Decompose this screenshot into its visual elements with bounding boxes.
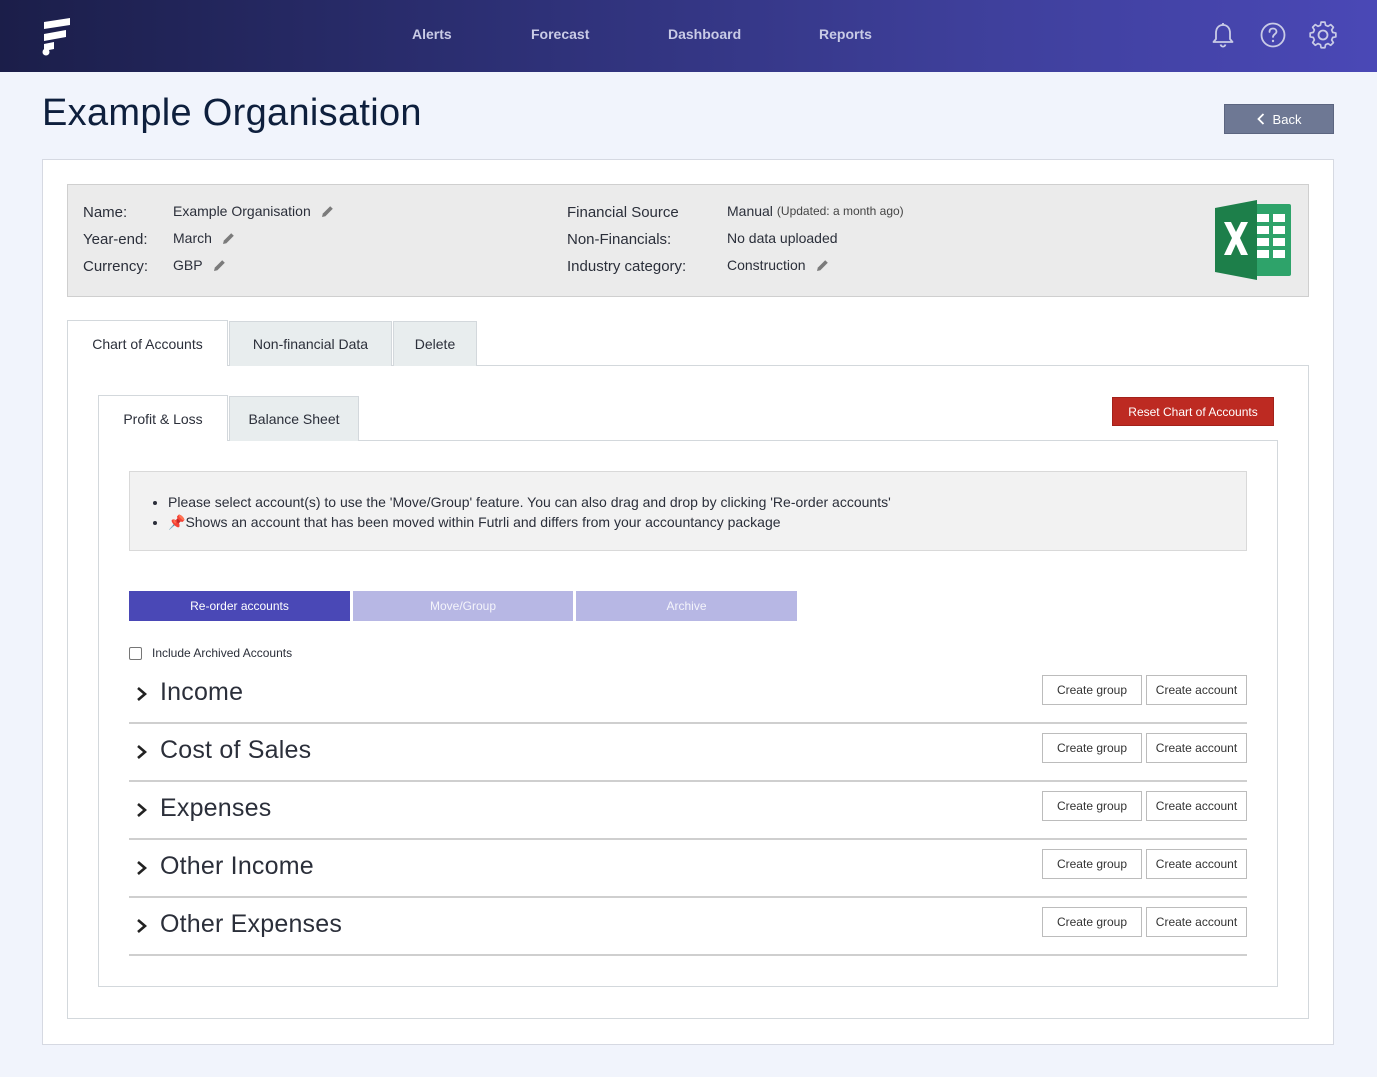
notice-line: Please select account(s) to use the 'Mov… [168,492,891,512]
industry-value: Construction [727,257,806,273]
section-title: Other Income [160,852,314,880]
futrli-logo[interactable] [40,16,74,56]
section-title: Cost of Sales [160,736,312,764]
create-group-button[interactable]: Create group [1042,733,1142,763]
organisation-info-panel [67,184,1309,297]
create-group-button[interactable]: Create group [1042,907,1142,937]
section-row[interactable]: Cost of Sales Create group Create accoun… [129,724,1247,782]
financial-source-label: Financial Source [567,204,679,221]
create-account-button[interactable]: Create account [1146,849,1247,879]
reorder-accounts-button[interactable]: Re-order accounts [129,591,350,621]
pencil-icon[interactable] [816,259,829,272]
archive-button[interactable]: Archive [576,591,797,621]
yearend-label: Year-end: [83,231,148,248]
financial-source-updated: (Updated: a month ago) [776,204,904,218]
back-button[interactable]: Back [1224,104,1334,134]
gear-icon[interactable] [1308,20,1338,50]
top-navbar: Alerts Forecast Dashboard Reports [0,0,1377,72]
pencil-icon[interactable] [321,205,334,218]
yearend-field: March [173,230,235,246]
financial-source-value: Manual [727,203,773,219]
non-financials-field: No data uploaded [727,230,838,246]
excel-icon [1215,200,1291,280]
tab-non-financial-data[interactable]: Non-financial Data [229,321,392,366]
page-title: Example Organisation [42,92,422,134]
create-group-button[interactable]: Create group [1042,849,1142,879]
section-row[interactable]: Income Create group Create account [129,666,1247,724]
bell-icon[interactable] [1208,20,1238,50]
chevron-right-icon[interactable] [135,742,149,762]
currency-value: GBP [173,257,203,273]
non-financials-label: Non-Financials: [567,231,672,248]
pencil-icon[interactable] [213,259,226,272]
non-financials-value: No data uploaded [727,230,838,246]
section-row[interactable]: Other Income Create group Create account [129,840,1247,898]
section-title: Other Expenses [160,910,343,938]
reset-chart-of-accounts-button[interactable]: Reset Chart of Accounts [1112,397,1274,426]
pin-icon: 📌 [168,514,186,530]
chevron-left-icon [1256,113,1264,125]
tab-delete[interactable]: Delete [393,321,477,366]
create-account-button[interactable]: Create account [1146,791,1247,821]
chevron-right-icon[interactable] [135,800,149,820]
create-account-button[interactable]: Create account [1146,907,1247,937]
currency-label: Currency: [83,258,149,275]
section-row[interactable]: Expenses Create group Create account [129,782,1247,840]
tab-balance-sheet[interactable]: Balance Sheet [229,396,359,441]
include-archived-row: Include Archived Accounts [129,646,292,660]
financial-source-field: Manual (Updated: a month ago) [727,203,904,219]
chevron-right-icon[interactable] [135,916,149,936]
name-value: Example Organisation [173,203,311,219]
nav-forecast[interactable]: Forecast [531,26,589,42]
back-button-label: Back [1272,111,1302,127]
notice-line: 📌Shows an account that has been moved wi… [168,512,891,532]
chevron-right-icon[interactable] [135,858,149,878]
industry-field: Construction [727,257,829,273]
info-notice: Please select account(s) to use the 'Mov… [129,471,1247,551]
section-title: Income [160,678,244,706]
nav-alerts[interactable]: Alerts [412,26,452,42]
help-icon[interactable] [1258,20,1288,50]
create-account-button[interactable]: Create account [1146,733,1247,763]
move-group-button[interactable]: Move/Group [353,591,573,621]
create-account-button[interactable]: Create account [1146,675,1247,705]
include-archived-label: Include Archived Accounts [152,646,293,660]
section-title: Expenses [160,794,272,822]
pencil-icon[interactable] [222,232,235,245]
tab-profit-loss[interactable]: Profit & Loss [98,395,228,441]
create-group-button[interactable]: Create group [1042,791,1142,821]
nav-dashboard[interactable]: Dashboard [668,26,741,42]
industry-label: Industry category: [567,258,687,275]
name-label: Name: [83,204,128,221]
name-field: Example Organisation [173,203,334,219]
chevron-right-icon[interactable] [135,684,149,704]
section-row[interactable]: Other Expenses Create group Create accou… [129,898,1247,956]
currency-field: GBP [173,257,226,273]
nav-reports[interactable]: Reports [819,26,872,42]
include-archived-checkbox[interactable] [129,646,142,660]
create-group-button[interactable]: Create group [1042,675,1142,705]
tab-chart-of-accounts[interactable]: Chart of Accounts [67,320,228,366]
yearend-value: March [173,230,212,246]
